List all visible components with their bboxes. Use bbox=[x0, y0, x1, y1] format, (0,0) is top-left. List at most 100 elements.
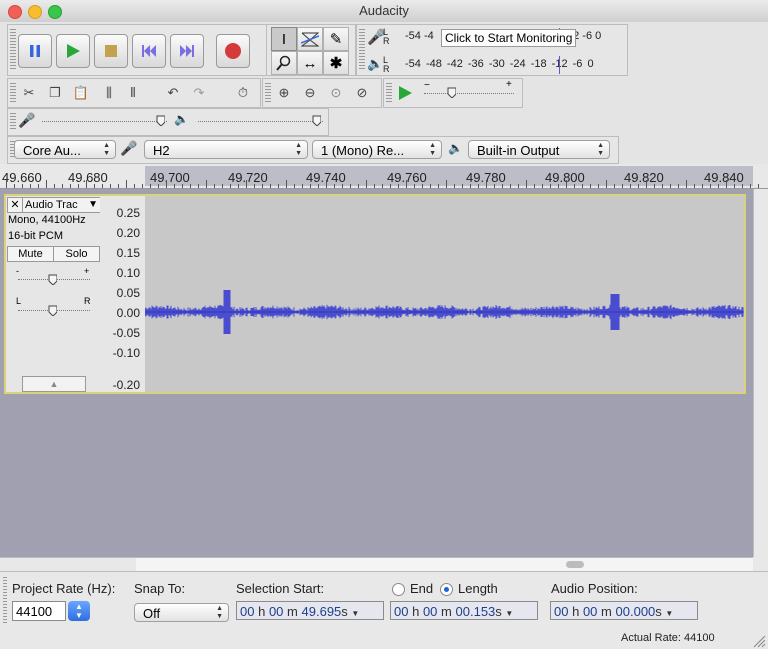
ruler-tick bbox=[214, 184, 215, 188]
output-device-value: Built-in Output bbox=[477, 143, 560, 158]
multi-tool[interactable]: ✱ bbox=[323, 51, 349, 75]
project-rate-dropdown[interactable]: ▲ ▼ bbox=[68, 601, 90, 621]
fit-project-button[interactable]: ⊘ bbox=[351, 82, 373, 104]
gain-slider-thumb[interactable] bbox=[48, 274, 57, 285]
ruler-label: 49.680 bbox=[68, 170, 108, 185]
input-channels-select[interactable]: 1 (Mono) Re... ▲ ▼ bbox=[312, 140, 442, 159]
ruler-tick bbox=[526, 180, 527, 188]
horizontal-scrollbar[interactable] bbox=[0, 557, 753, 572]
zoom-tool[interactable] bbox=[271, 51, 297, 75]
ruler-tick bbox=[166, 180, 167, 188]
undo-button[interactable]: ↶ bbox=[162, 82, 184, 104]
ruler-tick bbox=[422, 184, 423, 188]
project-rate-input[interactable]: 44100 bbox=[12, 601, 66, 621]
speed-slider[interactable] bbox=[424, 93, 514, 94]
pan-slider-thumb[interactable] bbox=[48, 305, 57, 316]
project-rate-value: 44100 bbox=[16, 604, 53, 619]
ruler-tick bbox=[182, 184, 183, 188]
skip-to-end-button[interactable] bbox=[170, 34, 204, 68]
waveform-display[interactable] bbox=[144, 196, 744, 392]
ruler-tick bbox=[222, 184, 223, 188]
toolbar-grip[interactable] bbox=[10, 83, 16, 103]
output-volume-thumb[interactable] bbox=[312, 115, 321, 126]
toolbar-grip[interactable] bbox=[386, 83, 392, 103]
ruler-tick bbox=[254, 184, 255, 188]
time-shift-tool[interactable]: ↔ bbox=[297, 51, 323, 75]
horizontal-scroll-thumb[interactable] bbox=[566, 561, 584, 568]
dropdown-triangle-icon: ▼ bbox=[351, 609, 360, 618]
ruler-tick bbox=[414, 184, 415, 188]
select-arrows-icon: ▲ ▼ bbox=[597, 142, 604, 157]
mute-button[interactable]: Mute bbox=[7, 246, 54, 262]
input-volume-slider[interactable] bbox=[42, 121, 167, 122]
selection-start-time[interactable]: 00 h 00 m 49.695s ▼ bbox=[236, 601, 384, 620]
silence-button[interactable]: ⫴ bbox=[122, 82, 144, 104]
toolbar-grip[interactable] bbox=[10, 113, 16, 131]
actual-rate-status: Actual Rate: 44100 bbox=[621, 632, 715, 644]
toolbar-grip[interactable] bbox=[10, 29, 16, 71]
microphone-icon: 🎤 bbox=[120, 140, 138, 156]
audio-position-time[interactable]: 00 h 00 m 00.000s ▼ bbox=[550, 601, 698, 620]
length-radio[interactable] bbox=[440, 583, 453, 596]
stop-button[interactable] bbox=[94, 34, 128, 68]
ruler-tick bbox=[678, 184, 679, 188]
pause-button[interactable] bbox=[18, 34, 52, 68]
collapse-track-button[interactable]: ▲ bbox=[22, 376, 86, 392]
ruler-tick bbox=[342, 184, 343, 188]
output-volume-slider[interactable] bbox=[198, 121, 323, 122]
zoom-in-button[interactable]: ⊕ bbox=[273, 82, 295, 104]
selection-tool[interactable]: I bbox=[271, 27, 297, 51]
draw-tool[interactable]: ✎ bbox=[323, 27, 349, 51]
snap-to-label: Snap To: bbox=[134, 581, 186, 596]
cut-button[interactable]: ✂ bbox=[18, 82, 40, 104]
magnifier-icon bbox=[276, 55, 291, 71]
track-close-button[interactable]: ✕ bbox=[7, 197, 23, 213]
redo-button[interactable]: ↷ bbox=[188, 82, 210, 104]
toolbar-grip[interactable] bbox=[359, 29, 365, 71]
end-radio[interactable] bbox=[392, 583, 405, 596]
ruler-tick bbox=[70, 184, 71, 188]
ruler-tick bbox=[566, 180, 567, 188]
fit-project-icon: ⊘ bbox=[356, 85, 368, 100]
output-device-select[interactable]: Built-in Output ▲ ▼ bbox=[468, 140, 610, 159]
timeline-ruler[interactable]: 49.660 49.680 49.700 49.720 49.740 49.760 49.7… bbox=[0, 164, 768, 189]
collapse-arrow-icon: ▲ bbox=[49, 379, 59, 389]
vertical-scrollbar[interactable] bbox=[753, 189, 768, 557]
skip-start-icon bbox=[142, 45, 156, 57]
record-button[interactable] bbox=[216, 34, 250, 68]
title-bar: Audacity bbox=[0, 0, 768, 23]
meter-channel-right: R bbox=[383, 64, 390, 74]
audio-host-select[interactable]: Core Au... ▲ ▼ bbox=[14, 140, 116, 159]
ruler-tick bbox=[286, 180, 287, 188]
sync-lock-button[interactable]: ⏱ bbox=[232, 82, 254, 104]
paste-button[interactable]: 📋 bbox=[70, 82, 92, 104]
input-device-select[interactable]: H2 ▲ ▼ bbox=[144, 140, 308, 159]
skip-to-start-button[interactable] bbox=[132, 34, 166, 68]
input-volume-thumb[interactable] bbox=[156, 115, 165, 126]
zoom-out-button[interactable]: ⊖ bbox=[299, 82, 321, 104]
stepper-arrows-icon: ▲ ▼ bbox=[75, 602, 83, 620]
speed-slider-thumb[interactable] bbox=[447, 87, 456, 98]
ruler-label: 49.720 bbox=[228, 170, 268, 185]
track-menu-button[interactable]: Audio Trac ▼ bbox=[22, 197, 101, 213]
play-at-speed-button[interactable] bbox=[394, 82, 416, 104]
ruler-tick bbox=[118, 184, 119, 188]
ruler-tick bbox=[622, 184, 623, 188]
snap-to-select[interactable]: Off ▲ ▼ bbox=[134, 603, 229, 622]
fit-selection-button[interactable]: ⊙ bbox=[325, 82, 347, 104]
solo-button[interactable]: Solo bbox=[53, 246, 100, 262]
trim-button[interactable]: ⫼ bbox=[98, 82, 120, 104]
play-button[interactable] bbox=[56, 34, 90, 68]
toolbar-grip[interactable] bbox=[3, 577, 7, 625]
ruler-tick bbox=[6, 180, 7, 188]
ruler-tick bbox=[350, 184, 351, 188]
copy-button[interactable]: ❐ bbox=[44, 82, 66, 104]
playback-meter[interactable]: 🔈 L R -54 -48 -42 -36 -30 -24 -18 -12 -6… bbox=[367, 55, 622, 74]
track-info-rate: Mono, 44100Hz bbox=[8, 214, 86, 226]
envelope-tool[interactable] bbox=[297, 27, 323, 51]
resize-grip-icon[interactable] bbox=[752, 634, 766, 648]
toolbar-grip[interactable] bbox=[265, 83, 271, 103]
selection-length-time[interactable]: 00 h 00 m 00.153s ▼ bbox=[390, 601, 538, 620]
ruler-tick bbox=[702, 184, 703, 188]
ruler-tick bbox=[94, 184, 95, 188]
